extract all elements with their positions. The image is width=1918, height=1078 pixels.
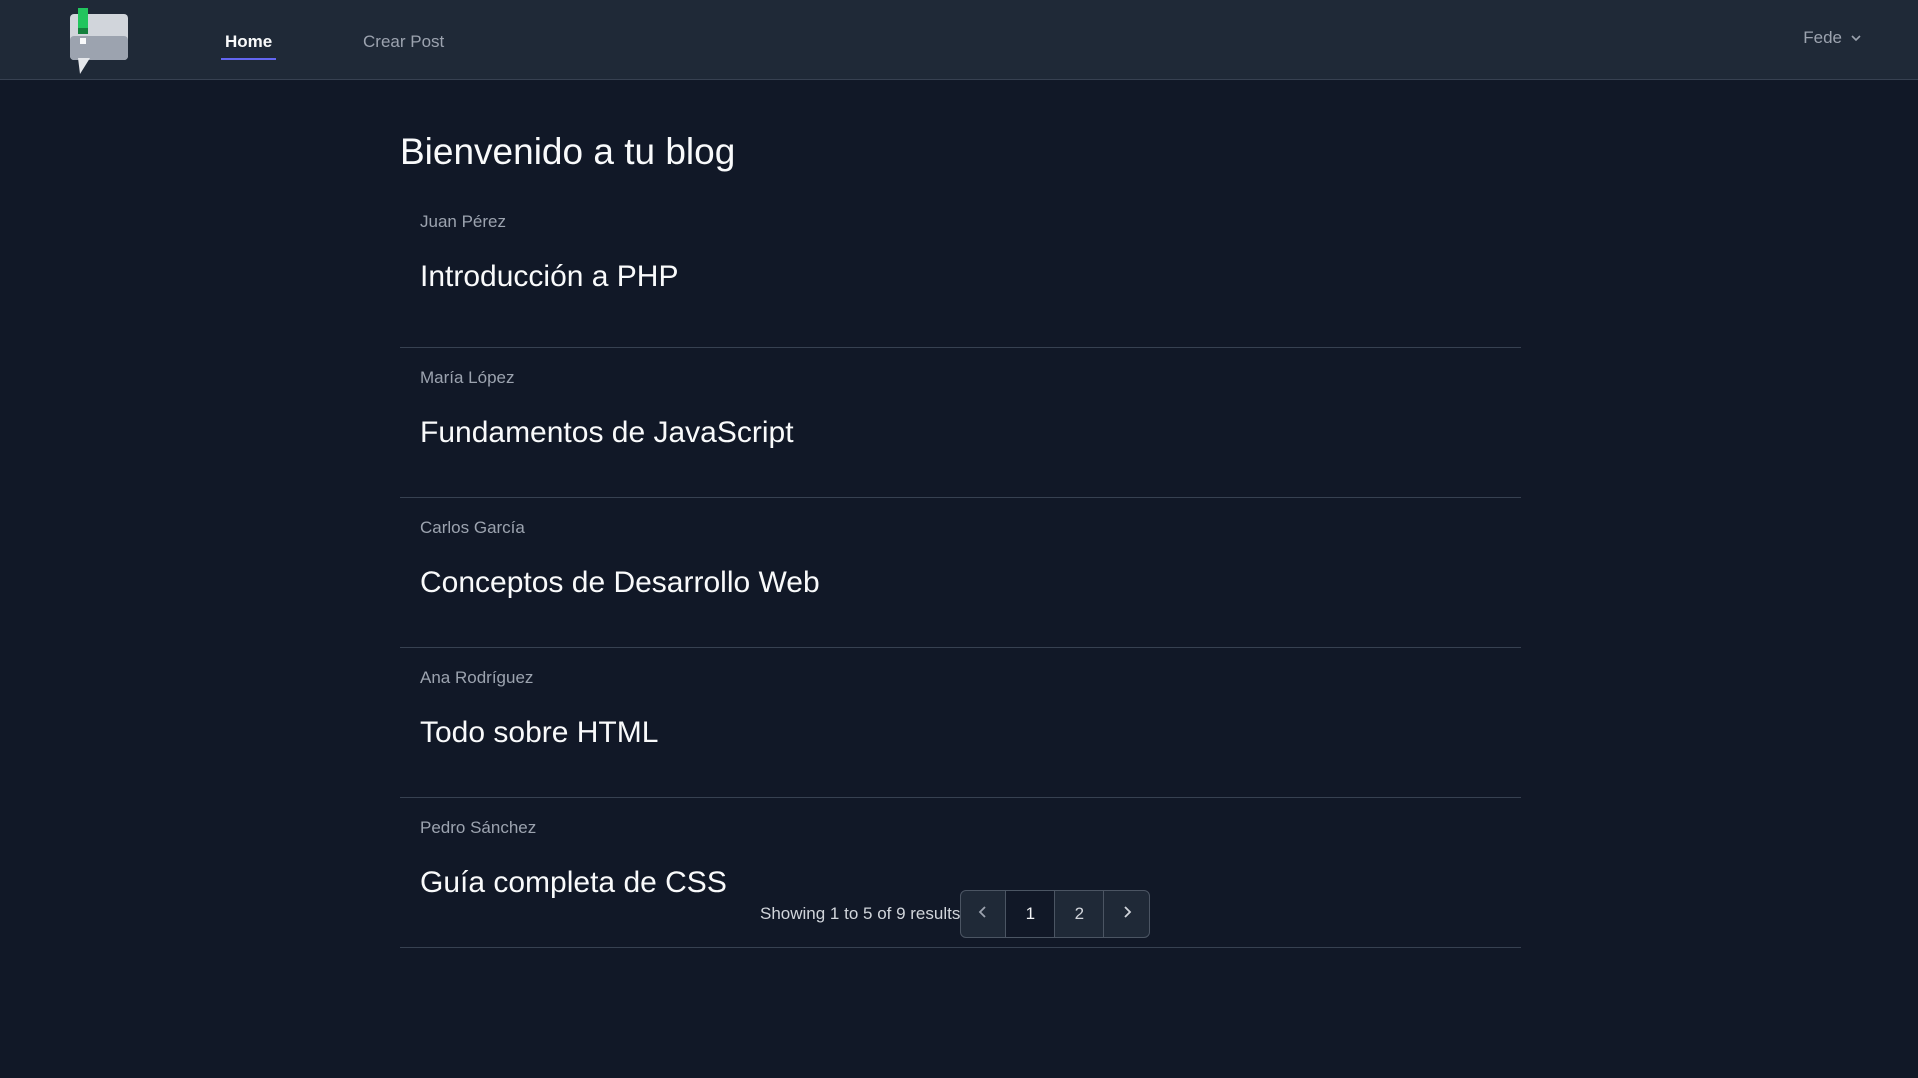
- post-title[interactable]: Todo sobre HTML: [420, 716, 658, 750]
- chevron-down-icon: [1850, 32, 1862, 44]
- top-navbar: Home Crear Post Fede: [0, 0, 1918, 80]
- pagination: Showing 1 to 5 of 9 results 1 2: [760, 890, 1151, 938]
- post-item[interactable]: Juan Pérez Introducción a PHP: [400, 198, 1521, 348]
- chevron-right-icon: [1121, 904, 1133, 924]
- post-title[interactable]: Guía completa de CSS: [420, 866, 727, 900]
- page-title: Bienvenido a tu blog: [400, 131, 736, 172]
- user-name: Fede: [1803, 28, 1842, 47]
- results-summary: Showing 1 to 5 of 9 results: [760, 904, 961, 923]
- post-title[interactable]: Fundamentos de JavaScript: [420, 416, 794, 450]
- next-page-button[interactable]: [1104, 891, 1149, 937]
- post-author: Pedro Sánchez: [420, 818, 537, 837]
- chevron-left-icon: [977, 904, 989, 924]
- post-item[interactable]: María López Fundamentos de JavaScript: [400, 348, 1521, 498]
- page-1-button[interactable]: 1: [1006, 891, 1056, 937]
- nav-home-link[interactable]: Home: [221, 30, 277, 60]
- post-title[interactable]: Conceptos de Desarrollo Web: [420, 566, 820, 600]
- previous-page-button[interactable]: [961, 891, 1007, 937]
- post-item[interactable]: Ana Rodríguez Todo sobre HTML: [400, 648, 1521, 798]
- nav-crear-post-link[interactable]: Crear Post: [363, 30, 444, 54]
- post-author: Juan Pérez: [420, 212, 506, 231]
- user-menu-dropdown[interactable]: Fede: [1803, 28, 1862, 48]
- post-author: María López: [420, 368, 515, 387]
- pager-buttons: 1 2: [960, 890, 1151, 938]
- blog-logo-icon[interactable]: [68, 8, 132, 76]
- page-2-button[interactable]: 2: [1055, 891, 1105, 937]
- post-title[interactable]: Introducción a PHP: [420, 260, 678, 294]
- post-list: Juan Pérez Introducción a PHP María Lópe…: [400, 198, 1521, 948]
- main-content: Bienvenido a tu blog Juan Pérez Introduc…: [400, 80, 1521, 948]
- post-author: Carlos García: [420, 518, 525, 537]
- post-item[interactable]: Carlos García Conceptos de Desarrollo We…: [400, 498, 1521, 648]
- post-author: Ana Rodríguez: [420, 668, 534, 687]
